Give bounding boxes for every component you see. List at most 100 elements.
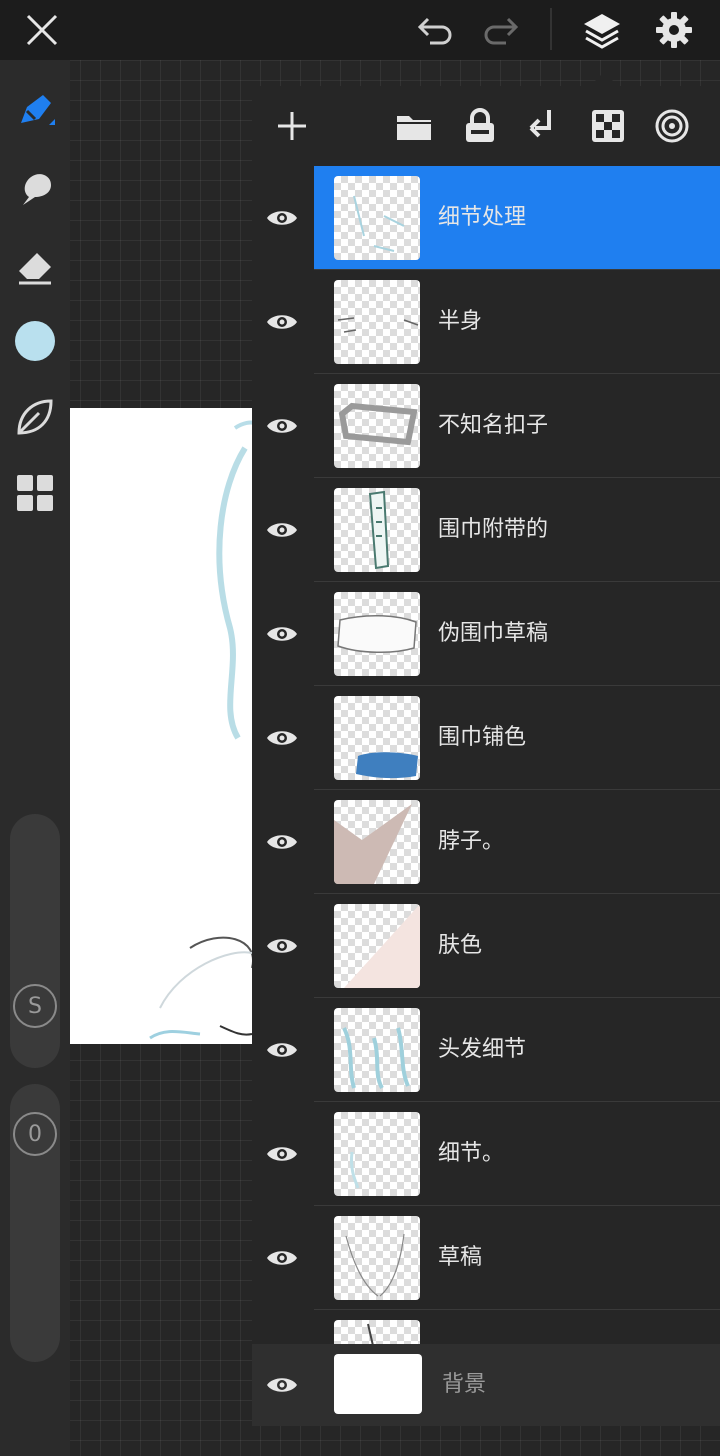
eraser-icon [19,253,51,285]
folder-button[interactable] [388,100,440,152]
gear-icon [656,12,692,48]
eye-icon [267,315,297,329]
smudge-tool-button[interactable] [8,162,62,216]
layer-content[interactable]: 脖子。 [314,790,720,894]
layer-row[interactable]: 围巾附带的 [252,478,720,582]
gallery-grid-button[interactable] [8,466,62,520]
eye-icon [267,1043,297,1057]
checkerboard-icon [592,110,624,142]
layer-content[interactable]: 肤色 [314,894,720,998]
layer-row[interactable]: 细节处理 [252,166,720,270]
layers-stack-icon [584,14,620,49]
brush-size-knob[interactable]: S [13,984,57,1028]
layer-thumbnail [334,280,420,364]
size-slider-label: S [28,993,42,1019]
background-color-thumbnail[interactable] [334,1354,422,1414]
top-toolbar [0,0,720,60]
layer-content[interactable]: 细节处理 [314,166,720,270]
leaf-icon [17,399,53,435]
merge-down-button[interactable] [518,100,570,152]
layer-row[interactable]: 半身 [252,270,720,374]
smudge-icon [23,174,51,205]
toolbar-divider [550,8,552,50]
alpha-lock-button[interactable] [582,100,634,152]
eye-icon [267,1147,297,1161]
visibility-toggle[interactable] [252,1206,312,1310]
layer-thumbnail [334,1216,420,1300]
layer-thumbnail [334,592,420,676]
layer-row[interactable]: 脖子。 [252,790,720,894]
visibility-toggle[interactable] [252,894,312,998]
opacity-knob[interactable]: 0 [13,1112,57,1156]
layer-content[interactable]: 围巾铺色 [314,686,720,790]
visibility-toggle[interactable] [252,998,312,1102]
layer-content[interactable]: 头发细节 [314,998,720,1102]
eye-icon [267,523,297,537]
undo-button[interactable] [410,4,462,56]
undo-arrow-icon [417,17,452,45]
reference-button[interactable] [646,100,698,152]
layer-name: 背景 [442,1372,487,1397]
eye-icon [267,627,297,641]
layer-name: 头发细节 [438,1037,527,1062]
opacity-slider-label: 0 [28,1121,42,1147]
redo-arrow-icon [484,17,519,45]
layer-name: 围巾铺色 [438,725,527,750]
layer-thumbnail [334,176,420,260]
layer-row[interactable]: 头发细节 [252,998,720,1102]
grid-tiles-icon [17,475,53,511]
layer-thumbnail [334,696,420,780]
color-swatch [15,321,55,361]
visibility-toggle[interactable] [252,166,312,270]
visibility-toggle[interactable] [252,686,312,790]
brush-icon [21,95,55,125]
layer-content[interactable]: 不知名扣子 [314,374,720,478]
layer-content[interactable]: 细节。 [314,1102,720,1206]
visibility-toggle[interactable] [252,1344,312,1426]
layer-row[interactable]: 细节。 [252,1102,720,1206]
layer-row[interactable]: 围巾铺色 [252,686,720,790]
redo-button[interactable] [474,4,526,56]
visibility-toggle[interactable] [252,790,312,894]
folder-icon [397,116,431,140]
close-button[interactable] [16,4,68,56]
visibility-toggle[interactable] [252,478,312,582]
eye-icon [267,1251,297,1265]
background-layer-row[interactable]: 背景 [252,1344,720,1426]
layer-content[interactable]: 围巾附带的 [314,478,720,582]
add-layer-button[interactable] [266,100,318,152]
add-layer-icon [278,112,306,140]
layer-content[interactable]: 半身 [314,270,720,374]
layer-name: 围巾附带的 [438,517,549,542]
leaf-tool-button[interactable] [8,390,62,444]
layer-name: 脖子。 [438,829,505,854]
layer-content[interactable]: 草稿 [314,1206,720,1310]
brush-tool-button[interactable] [8,84,62,138]
layer-row[interactable]: 伪围巾草稿 [252,582,720,686]
visibility-toggle[interactable] [252,1102,312,1206]
layer-name: 细节处理 [438,205,527,230]
layer-thumbnail [334,1112,420,1196]
layers-button[interactable] [576,4,628,56]
visibility-toggle[interactable] [252,374,312,478]
settings-button[interactable] [648,4,700,56]
layer-row[interactable]: 草稿 [252,1206,720,1310]
eraser-tool-button[interactable] [8,240,62,294]
lock-button[interactable] [454,100,506,152]
layer-name: 不知名扣子 [438,413,549,438]
layer-name: 半身 [438,309,483,334]
visibility-toggle[interactable] [252,270,312,374]
visibility-toggle[interactable] [252,582,312,686]
color-swatch-button[interactable] [8,314,62,368]
layer-content[interactable]: 伪围巾草稿 [314,582,720,686]
layer-row[interactable]: 肤色 [252,894,720,998]
brush-size-slider[interactable] [10,814,60,1068]
eye-icon [267,731,297,745]
eye-icon [267,419,297,433]
layer-row[interactable]: 不知名扣子 [252,374,720,478]
close-icon [26,14,58,46]
panel-pointer [590,72,618,86]
layer-name: 细节。 [438,1141,505,1166]
layer-thumbnail [334,800,420,884]
layer-name: 肤色 [438,933,483,958]
